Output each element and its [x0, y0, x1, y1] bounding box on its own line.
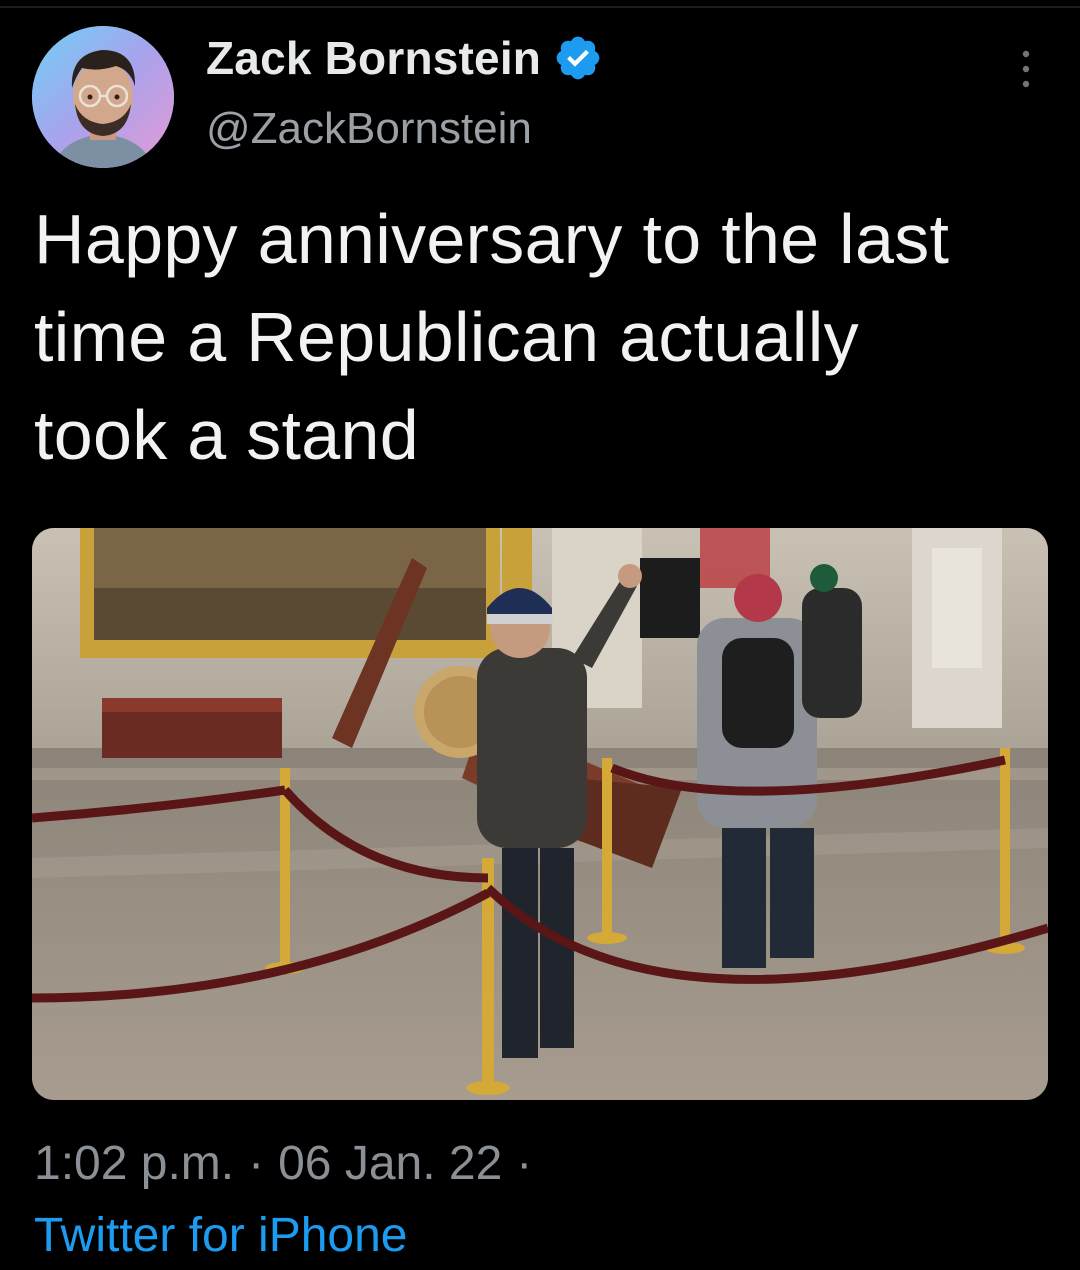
tweet-time[interactable]: 1:02 p.m.	[34, 1136, 234, 1191]
tweet-text-line: time a Republican actually	[34, 298, 859, 376]
avatar[interactable]	[32, 26, 174, 168]
more-vertical-icon[interactable]	[1006, 44, 1046, 94]
tweet-text-line: Happy anniversary to the last	[34, 200, 950, 278]
display-name[interactable]: Zack Bornstein	[206, 31, 541, 85]
display-name-row[interactable]: Zack Bornstein	[206, 28, 603, 88]
meta-separator: ·	[516, 1137, 533, 1190]
tweet-date[interactable]: 06 Jan. 22	[278, 1136, 502, 1191]
top-divider	[0, 6, 1080, 8]
user-handle[interactable]: @ZackBornstein	[206, 104, 532, 154]
verified-badge-icon	[553, 33, 603, 83]
tweet-text: Happy anniversary to the last time a Rep…	[34, 190, 1064, 484]
tweet-source-link[interactable]: Twitter for iPhone	[34, 1208, 408, 1263]
meta-separator: ·	[248, 1137, 265, 1190]
tweet-photo[interactable]	[32, 528, 1048, 1100]
tweet-timestamp[interactable]: 1:02 p.m. · 06 Jan. 22 ·	[34, 1136, 532, 1191]
tweet-text-line: took a stand	[34, 396, 419, 474]
